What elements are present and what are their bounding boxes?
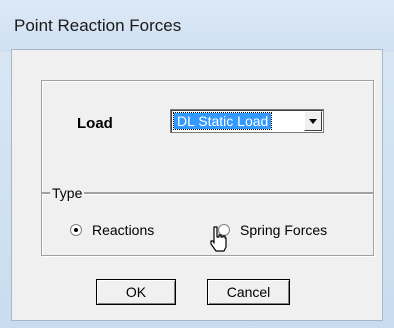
type-legend: Type <box>50 185 85 201</box>
radio-checked-icon[interactable] <box>70 224 82 236</box>
dialog-window: Point Reaction Forces Load DL Static Loa… <box>0 0 394 328</box>
ok-button[interactable]: OK <box>96 279 176 305</box>
hand-pointer-icon <box>210 226 227 252</box>
reactions-radio-label[interactable]: Reactions <box>92 222 154 238</box>
load-panel: Load DL Static Load <box>41 80 374 193</box>
chevron-down-icon[interactable] <box>304 111 322 131</box>
dialog-title: Point Reaction Forces <box>14 16 182 35</box>
load-combobox[interactable]: DL Static Load <box>170 109 324 133</box>
dialog-body: Load DL Static Load Type Reactions Sprin… <box>11 49 383 321</box>
load-label: Load <box>77 115 113 132</box>
title-bar[interactable]: Point Reaction Forces <box>0 0 394 52</box>
spring-forces-radio-label[interactable]: Spring Forces <box>240 222 327 238</box>
load-selected-value: DL Static Load <box>172 112 273 130</box>
cancel-button[interactable]: Cancel <box>207 279 290 305</box>
